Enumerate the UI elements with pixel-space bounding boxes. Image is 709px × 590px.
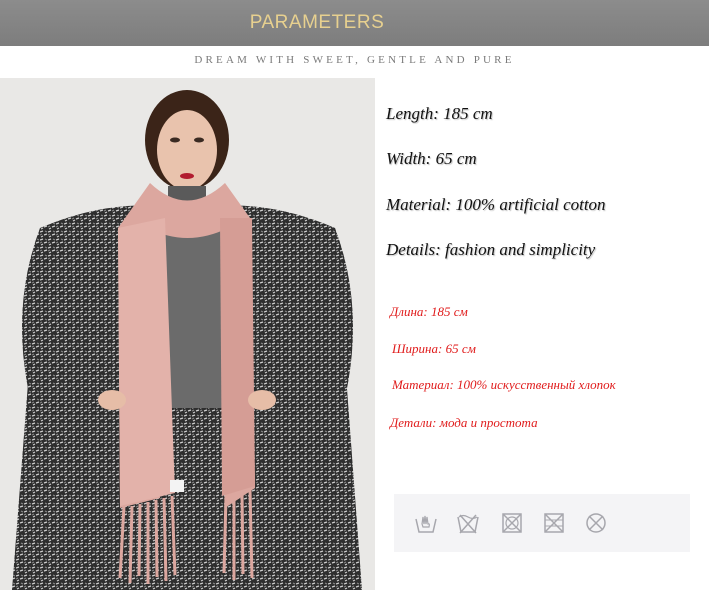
spec-length: Length: 185 cm — [386, 104, 493, 123]
no-tumble-dry-icon — [502, 513, 522, 533]
spec-ru-material: Материал: 100% искусственный хлопок — [392, 377, 616, 392]
spec-material: Material: 100% artificial cotton — [386, 195, 606, 214]
model-wearing-scarf-illustration — [0, 78, 375, 590]
product-photo — [0, 78, 375, 590]
spec-ru-length: Длина: 185 см — [390, 304, 468, 319]
no-bleach-icon — [544, 513, 564, 533]
spec-width: Width: 65 cm — [386, 149, 477, 168]
spec-details: Details: fashion and simplicity — [386, 240, 596, 259]
tagline: DREAM WITH SWEET, GENTLE AND PURE — [194, 54, 515, 66]
hand-wash-30-icon — [415, 515, 437, 533]
no-dry-clean-icon — [586, 513, 606, 533]
header-banner: PARAMETERS — [0, 0, 709, 46]
care-instructions-panel — [394, 494, 690, 552]
no-wash-icon — [457, 514, 479, 534]
spec-ru-details: Детали: мода и простота — [390, 415, 538, 430]
banner-title: PARAMETERS — [249, 12, 385, 33]
spec-ru-width: Ширина: 65 см — [392, 341, 476, 356]
